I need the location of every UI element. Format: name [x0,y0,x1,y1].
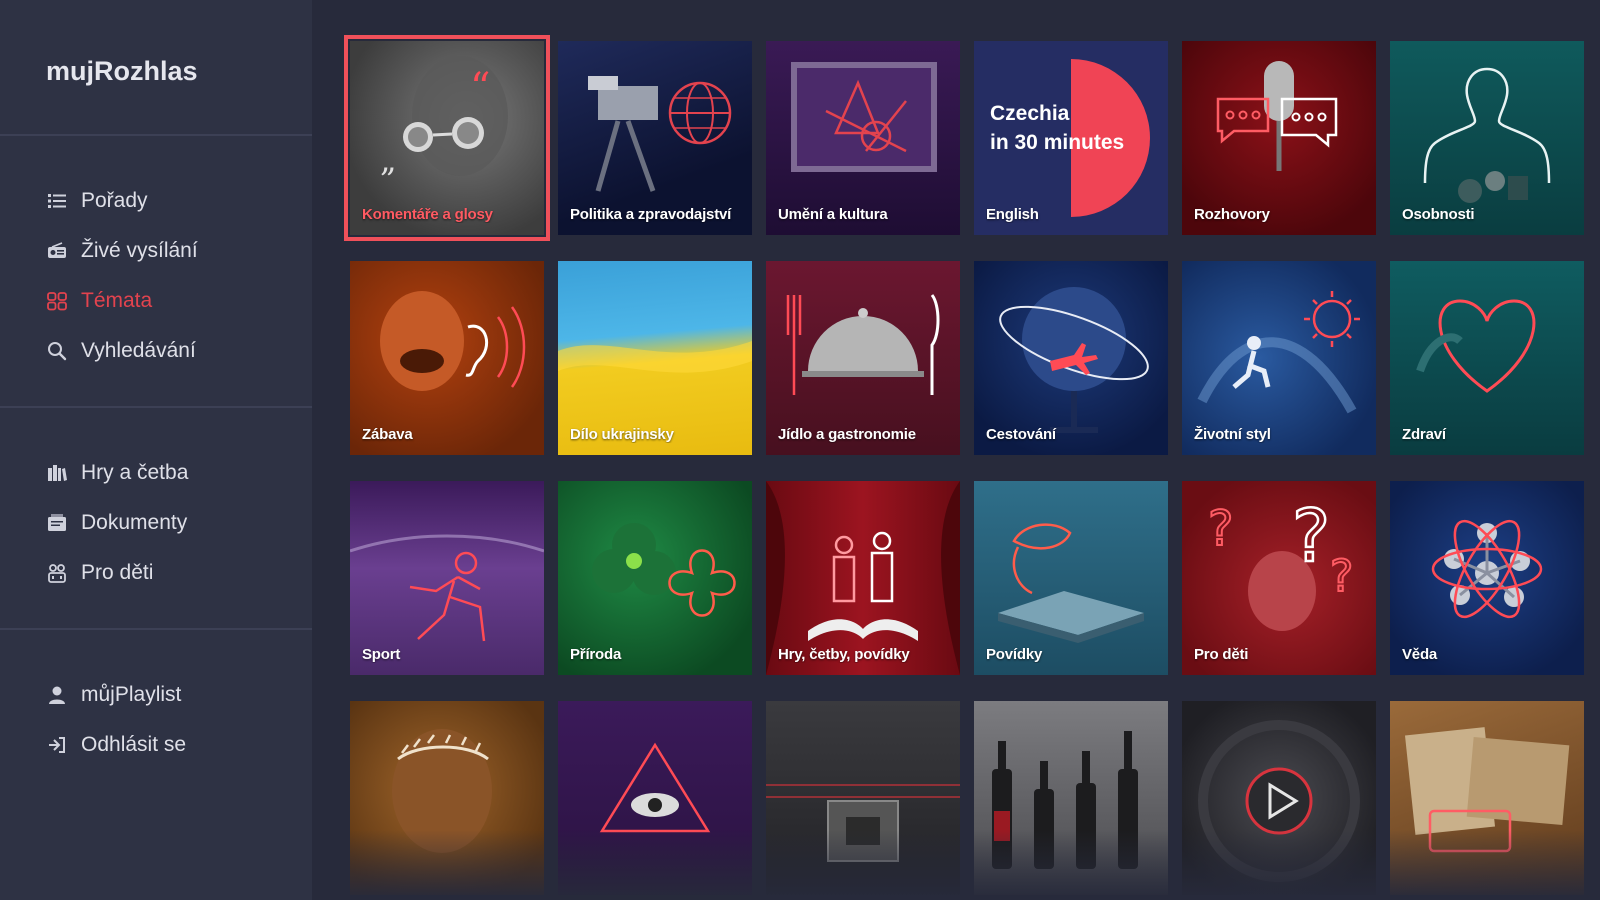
sidebar: mujRozhlas Pořady Živé vysílání Témata V… [0,0,312,900]
topic-tile-tech[interactable] [766,701,960,895]
english-tile-title: Czechia in 30 minutes [990,99,1124,157]
topic-tile-komentare[interactable]: “ „ Komentáře a glosy [344,35,550,241]
svg-text:„: „ [380,141,397,179]
topic-tile-osobnosti[interactable]: Osobnosti [1390,41,1584,235]
topic-tile-priroda[interactable]: Příroda [558,481,752,675]
topic-tile-zivotni-styl[interactable]: Životní styl [1182,261,1376,455]
app-root: mujRozhlas Pořady Živé vysílání Témata V… [0,0,1600,900]
svg-text:?: ? [1208,501,1233,557]
radio-icon [46,240,68,262]
nav-label: můjPlaylist [81,683,182,706]
secondary-nav: Hry a četba Dokumenty Pro děti [0,408,312,628]
english-title-line1: Czechia [990,102,1070,125]
topic-tile-history[interactable] [350,701,544,895]
account-nav: můjPlaylist Odhlásit se [0,630,312,800]
topic-label: Hry, četby, povídky [778,646,910,663]
topic-label: Jídlo a gastronomie [778,426,916,443]
nav-label: Odhlásit se [81,733,187,756]
circuit-chip-icon [766,784,960,862]
topic-tile-music[interactable] [1182,701,1376,895]
topic-tile-wine[interactable] [974,701,1168,895]
topic-tile-politika[interactable]: Politika a zpravodajství [558,41,752,235]
nav-label: Živé vysílání [81,239,198,262]
topic-tile-mystery[interactable] [558,701,752,895]
topic-label: Zábava [362,426,413,443]
documents-icon [46,512,68,534]
nav-item-vyhledavani[interactable]: Vyhledávání [46,326,312,376]
list-icon [46,190,68,212]
topic-label: Věda [1402,646,1438,663]
topic-tile-hry-cetby[interactable]: Hry, četby, povídky [766,481,960,675]
topic-tile-veda[interactable]: Věda [1390,481,1584,675]
topic-label: Povídky [986,646,1043,663]
laurel-head-icon [392,729,492,853]
topic-tile-english[interactable]: Czechia in 30 minutes English [974,41,1168,235]
logout-icon [46,734,68,756]
nav-item-pro-deti[interactable]: Pro děti [46,548,312,598]
english-title-line2: in 30 minutes [990,131,1125,154]
old-photos-icon [1404,727,1570,853]
topic-label: Komentáře a glosy [362,206,493,223]
svg-text:“: “ [470,65,490,111]
primary-nav: Pořady Živé vysílání Témata Vyhledávání [0,136,312,406]
search-icon [46,340,68,362]
nav-label: Vyhledávání [81,339,196,362]
topic-tile-archive[interactable] [1390,701,1584,895]
svg-text:?: ? [1292,494,1330,578]
topic-tile-cestovani[interactable]: Cestování [974,261,1168,455]
nav-item-odhlasit-se[interactable]: Odhlásit se [46,720,312,770]
topic-tile-povidky[interactable]: Povídky [974,481,1168,675]
nav-label: Pro děti [81,561,154,584]
nav-item-zive-vysilani[interactable]: Živé vysílání [46,226,312,276]
topic-label: Politika a zpravodajství [570,206,732,223]
nav-item-dokumenty[interactable]: Dokumenty [46,498,312,548]
topic-tile-jidlo[interactable]: Jídlo a gastronomie [766,261,960,455]
topic-label: Umění a kultura [778,206,888,223]
nav-label: Pořady [81,189,148,212]
topics-main: “ „ Komentáře a glosy Politika a zpravod… [312,0,1600,900]
topic-label: Příroda [570,646,622,663]
nav-label: Témata [81,289,153,312]
wine-bottles-icon [992,731,1138,869]
nav-item-porady[interactable]: Pořady [46,176,312,226]
topic-tile-umeni[interactable]: Umění a kultura [766,41,960,235]
topic-label: Zdraví [1402,426,1446,443]
topic-tile-rozhovory[interactable]: Rozhovory [1182,41,1376,235]
topic-tile-zabava[interactable]: Zábava [350,261,544,455]
nav-item-muj-playlist[interactable]: můjPlaylist [46,670,312,720]
topics-grid: “ „ Komentáře a glosy Politika a zpravod… [344,35,1600,895]
topic-label: Pro děti [1194,646,1249,663]
topic-tile-sport[interactable]: Sport [350,481,544,675]
books-icon [46,462,68,484]
eye-pyramid-icon [599,742,711,833]
nav-item-hry-a-cetba[interactable]: Hry a četba [46,448,312,498]
topic-label: Sport [362,646,401,663]
topic-label: English [986,206,1039,223]
kids-icon [46,562,68,584]
user-icon [46,684,68,706]
topic-label: Osobnosti [1402,206,1475,223]
nav-label: Dokumenty [81,511,188,534]
topic-tile-pro-deti[interactable]: ? ? ? Pro děti [1182,481,1376,675]
topic-tile-ukrajinsky[interactable]: Dílo ukrajinsky [558,261,752,455]
topics-icon [46,290,68,312]
play-speaker-icon [1198,720,1360,882]
topic-label: Cestování [986,426,1056,443]
topic-label: Životní styl [1194,426,1271,443]
topic-label: Dílo ukrajinsky [570,426,674,443]
nav-item-temata[interactable]: Témata [46,276,312,326]
svg-text:?: ? [1330,551,1353,602]
topic-tile-zdravi[interactable]: Zdraví [1390,261,1584,455]
nav-label: Hry a četba [81,461,189,484]
topic-label: Rozhovory [1194,206,1270,223]
app-logo[interactable]: mujRozhlas [0,0,312,134]
